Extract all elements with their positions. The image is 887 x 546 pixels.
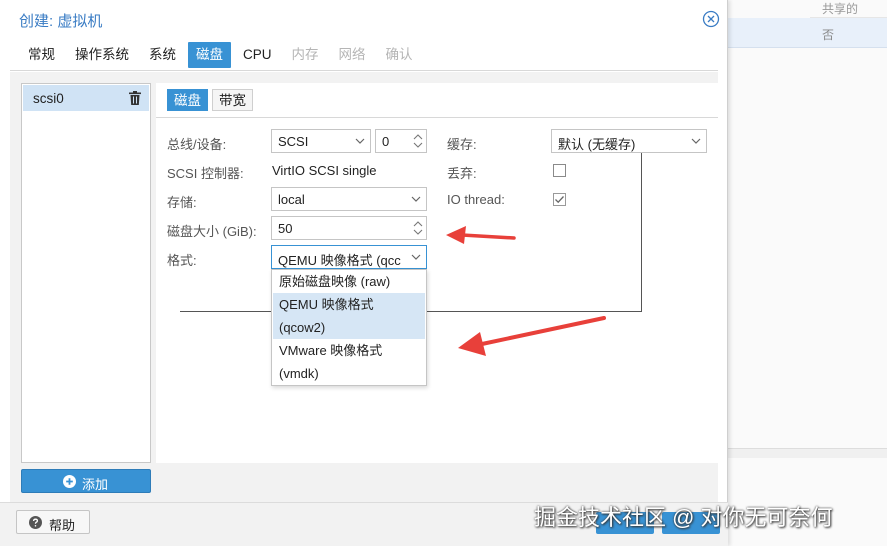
- subtab-bandwidth[interactable]: 带宽: [212, 89, 253, 111]
- bus-select[interactable]: SCSI: [271, 129, 371, 153]
- tab-system[interactable]: 系统: [141, 42, 184, 68]
- chevron-down-icon[interactable]: [406, 246, 426, 268]
- tab-cpu[interactable]: CPU: [235, 42, 280, 68]
- cache-label: 缓存:: [447, 137, 477, 152]
- panel-border-line: [641, 150, 642, 312]
- background-row-value: 否: [822, 28, 835, 42]
- disk-size-value: 50: [278, 221, 293, 236]
- format-dropdown-list: 原始磁盘映像 (raw) QEMU 映像格式 (qcow2) VMware 映像…: [271, 269, 427, 386]
- iothread-checkbox[interactable]: [553, 193, 566, 206]
- format-option-vmdk[interactable]: VMware 映像格式 (vmdk): [273, 339, 425, 385]
- checkmark-icon: [555, 196, 564, 204]
- format-option-qcow2[interactable]: QEMU 映像格式 (qcow2): [273, 293, 425, 339]
- device-item-label: scsi0: [33, 91, 64, 106]
- tab-confirm: 确认: [385, 47, 413, 62]
- format-label: 格式:: [167, 253, 197, 268]
- close-icon[interactable]: [702, 10, 720, 28]
- trash-icon[interactable]: [129, 91, 141, 105]
- help-button-label: 帮助: [49, 518, 76, 533]
- bus-select-value: SCSI: [278, 134, 309, 149]
- cache-select-value: 默认 (无缓存): [558, 137, 636, 152]
- discard-checkbox[interactable]: [553, 164, 566, 177]
- format-option-raw-label: 原始磁盘映像 (raw): [279, 274, 391, 289]
- dialog-title: 创建: 虚拟机: [19, 13, 103, 30]
- chevron-down-icon[interactable]: [406, 188, 426, 210]
- background-grid-row[interactable]: 否: [727, 18, 887, 48]
- dialog-title-bar[interactable]: 创建: 虚拟机: [0, 0, 728, 38]
- chevron-down-icon[interactable]: [350, 130, 370, 152]
- plus-circle-icon: [63, 475, 76, 488]
- spinner-icon[interactable]: [412, 131, 424, 151]
- subtabs-divider: [156, 117, 718, 118]
- disk-size-label: 磁盘大小 (GiB):: [167, 224, 257, 239]
- tab-memory: 内存: [291, 47, 319, 62]
- tab-disks[interactable]: 磁盘: [188, 42, 231, 68]
- discard-label: 丢弃:: [447, 166, 477, 181]
- subtab-disk[interactable]: 磁盘: [167, 89, 208, 111]
- tab-network: 网络: [338, 47, 366, 62]
- storage-select[interactable]: local: [271, 187, 427, 211]
- format-option-qcow2-label: QEMU 映像格式: [279, 297, 374, 312]
- device-item-scsi0[interactable]: scsi0: [23, 85, 149, 111]
- background-column-header: 共享的: [810, 0, 887, 18]
- background-grid: [727, 0, 887, 546]
- tabs-divider: [10, 70, 718, 71]
- disk-size-input[interactable]: 50: [271, 216, 427, 240]
- format-select-value: QEMU 映像格式 (qcc: [278, 253, 401, 268]
- disk-subtabs: 磁盘 带宽: [167, 89, 257, 111]
- scsi-controller-label: SCSI 控制器:: [167, 166, 244, 181]
- help-button[interactable]: 帮助: [16, 510, 90, 534]
- create-vm-dialog: 创建: 虚拟机 常规 操作系统 系统 磁盘 CPU 内存 网络 确认 scsi0: [0, 0, 728, 546]
- device-index-value: 0: [382, 134, 390, 149]
- disk-device-list: scsi0: [21, 83, 151, 463]
- format-option-qcow2-sublabel: (qcow2): [279, 320, 326, 335]
- watermark-text: 掘金技术社区 @ 对你无可奈何: [534, 505, 833, 530]
- chevron-down-icon[interactable]: [686, 130, 706, 152]
- tab-os[interactable]: 操作系统: [67, 42, 137, 68]
- iothread-label: IO thread:: [447, 192, 505, 207]
- format-select[interactable]: QEMU 映像格式 (qcc: [271, 245, 427, 269]
- background-strip: [727, 448, 887, 458]
- bus-device-label: 总线/设备:: [167, 137, 227, 152]
- storage-select-value: local: [278, 192, 305, 207]
- device-index-input[interactable]: 0: [375, 129, 427, 153]
- add-disk-label: 添加: [82, 477, 109, 492]
- format-option-raw[interactable]: 原始磁盘映像 (raw): [273, 270, 425, 293]
- cache-select[interactable]: 默认 (无缓存): [551, 129, 707, 153]
- scsi-controller-value: VirtIO SCSI single: [272, 163, 377, 178]
- spinner-icon[interactable]: [412, 218, 424, 238]
- format-option-vmdk-label: VMware 映像格式: [279, 343, 383, 358]
- tab-general[interactable]: 常规: [20, 42, 63, 68]
- wizard-tabs: 常规 操作系统 系统 磁盘 CPU 内存 网络 确认: [20, 42, 425, 68]
- storage-label: 存储:: [167, 195, 197, 210]
- add-disk-button[interactable]: 添加: [21, 469, 151, 493]
- question-circle-icon: [29, 516, 42, 529]
- format-option-vmdk-sublabel: (vmdk): [279, 366, 319, 381]
